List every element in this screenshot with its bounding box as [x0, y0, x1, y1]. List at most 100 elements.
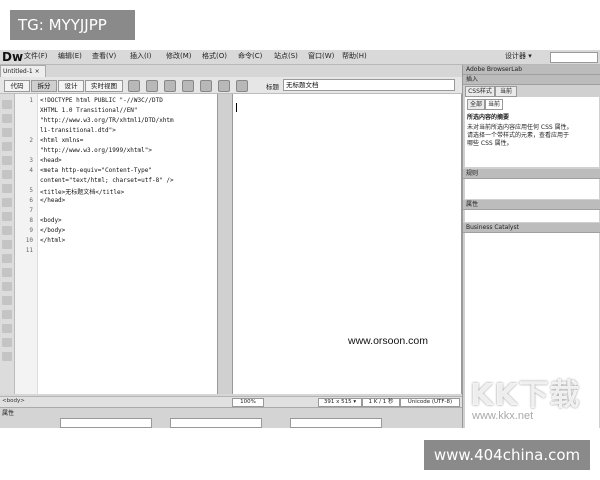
line-number: 1	[29, 97, 33, 104]
code-line: "http://www.w3.org/1999/xhtml">	[40, 147, 152, 154]
syntax-error-icon[interactable]	[2, 212, 12, 221]
menu-bar: Dw 文件(F) 编辑(E) 查看(V) 插入(I) 修改(M) 格式(O) 命…	[0, 50, 600, 65]
business-catalyst-header[interactable]: Business Catalyst	[463, 223, 600, 233]
outdent-icon[interactable]	[2, 338, 12, 347]
rules-section-header[interactable]: 规则	[463, 169, 600, 179]
design-view-pane[interactable]	[232, 94, 462, 394]
coding-toolbar	[0, 94, 15, 394]
code-line: </body>	[40, 227, 66, 234]
css-styles-tab[interactable]: CSS样式	[465, 86, 495, 97]
code-line: <title>无标题文档</title>	[40, 189, 125, 196]
menu-window[interactable]: 窗口(W)	[308, 51, 334, 61]
live-view-button[interactable]: 实时视图	[85, 80, 123, 92]
split-divider[interactable]	[218, 94, 232, 394]
indent-icon[interactable]	[2, 324, 12, 333]
menu-view[interactable]: 查看(V)	[92, 51, 116, 61]
code-line: "http://www.w3.org/TR/xhtml1/DTD/xhtm	[40, 117, 174, 124]
current-subtab[interactable]: 当前	[485, 99, 503, 110]
tag-selector[interactable]: <body>	[2, 398, 25, 404]
options-icon[interactable]	[236, 80, 248, 92]
property-field[interactable]	[60, 418, 152, 428]
summary-text: 哪些 CSS 属性。	[467, 140, 513, 147]
tg-label: TG: MYYJJPP	[10, 10, 135, 40]
document-title-input[interactable]: 无标题文档	[283, 79, 455, 91]
code-line: XHTML 1.0 Transitional//EN"	[40, 107, 138, 114]
summary-title: 所选内容的摘要	[467, 114, 510, 121]
browserlab-panel-header[interactable]: Adobe BrowserLab	[463, 65, 600, 75]
code-line: <head>	[40, 157, 62, 164]
dw-logo: Dw	[2, 50, 24, 64]
menu-help[interactable]: 帮助(H)	[342, 51, 367, 61]
code-view-pane[interactable]: 1 2 3 4 5 6 7 8 9 10 11 <!DOCTYPE html P…	[15, 94, 218, 394]
line-number: 4	[29, 167, 33, 174]
code-line: </head>	[40, 197, 66, 204]
line-number-gutter: 1 2 3 4 5 6 7 8 9 10 11	[15, 94, 38, 394]
line-number: 2	[29, 137, 33, 144]
line-numbers-icon[interactable]	[2, 184, 12, 193]
move-css-icon[interactable]	[2, 310, 12, 319]
check-browser-icon[interactable]	[182, 80, 194, 92]
format-source-icon[interactable]	[2, 352, 12, 361]
code-line: <body>	[40, 217, 62, 224]
preview-browser-icon[interactable]	[146, 80, 158, 92]
properties-section-header[interactable]: 属性	[463, 200, 600, 210]
code-line: l1-transitional.dtd">	[40, 127, 116, 134]
menu-commands[interactable]: 命令(C)	[238, 51, 262, 61]
properties-panel: 属性	[0, 407, 462, 428]
open-documents-icon[interactable]	[2, 100, 12, 109]
all-tab[interactable]: 全部	[467, 99, 485, 110]
window-size-select[interactable]: 391 x 515 ▾	[318, 398, 362, 407]
encoding-indicator: Unicode (UTF-8)	[400, 398, 460, 407]
workspace-switcher[interactable]: 设计器 ▾	[505, 51, 532, 61]
line-number: 10	[25, 237, 33, 244]
select-parent-tag-icon[interactable]	[2, 156, 12, 165]
help-search-input[interactable]	[550, 52, 598, 63]
code-view-button[interactable]: 代码	[4, 80, 30, 92]
remove-comment-icon[interactable]	[2, 268, 12, 277]
collapse-tag-icon[interactable]	[2, 114, 12, 123]
code-line: </html>	[40, 237, 66, 244]
kkx-watermark: www.kkx.net	[472, 410, 534, 422]
orsoon-watermark: www.orsoon.com	[348, 335, 428, 347]
current-tab[interactable]: 当前	[495, 86, 517, 97]
line-number: 7	[29, 207, 33, 214]
menu-insert[interactable]: 插入(I)	[130, 51, 152, 61]
wrap-tag-icon[interactable]	[2, 282, 12, 291]
word-wrap-icon[interactable]	[2, 226, 12, 235]
visual-aids-icon[interactable]	[200, 80, 212, 92]
menu-file[interactable]: 文件(F)	[24, 51, 48, 61]
multiscreen-icon[interactable]	[128, 80, 140, 92]
file-management-icon[interactable]	[164, 80, 176, 92]
insert-panel-header[interactable]: 插入	[463, 75, 600, 85]
menu-edit[interactable]: 编辑(E)	[58, 51, 82, 61]
design-view-button[interactable]: 设计	[58, 80, 84, 92]
code-line: content="text/html; charset=utf-8" />	[40, 177, 174, 184]
hidden-chars-icon[interactable]	[2, 240, 12, 249]
zoom-select[interactable]: 100%	[232, 398, 264, 407]
line-number: 8	[29, 217, 33, 224]
line-number: 11	[25, 247, 33, 254]
menu-modify[interactable]: 修改(M)	[166, 51, 192, 61]
properties-body	[465, 210, 599, 222]
split-view-button[interactable]: 拆分	[31, 80, 57, 92]
line-number: 3	[29, 157, 33, 164]
properties-title: 属性	[2, 410, 15, 417]
highlight-invalid-icon[interactable]	[2, 198, 12, 207]
title-label: 标题	[266, 83, 279, 91]
apply-comment-icon[interactable]	[2, 254, 12, 263]
collapse-selection-icon[interactable]	[2, 128, 12, 137]
line-number: 9	[29, 227, 33, 234]
refresh-icon[interactable]	[218, 80, 230, 92]
expand-all-icon[interactable]	[2, 142, 12, 151]
rules-body	[465, 179, 599, 199]
menu-site[interactable]: 站点(S)	[274, 51, 298, 61]
menu-format[interactable]: 格式(O)	[202, 51, 227, 61]
property-field[interactable]	[170, 418, 262, 428]
recent-snippets-icon[interactable]	[2, 296, 12, 305]
kk-watermark: KK下载	[470, 378, 581, 413]
line-number: 5	[29, 187, 33, 194]
404china-badge: www.404china.com	[424, 440, 590, 470]
balance-braces-icon[interactable]	[2, 170, 12, 179]
property-field[interactable]	[290, 418, 382, 428]
code-line: <!DOCTYPE html PUBLIC "-//W3C//DTD	[40, 97, 163, 104]
